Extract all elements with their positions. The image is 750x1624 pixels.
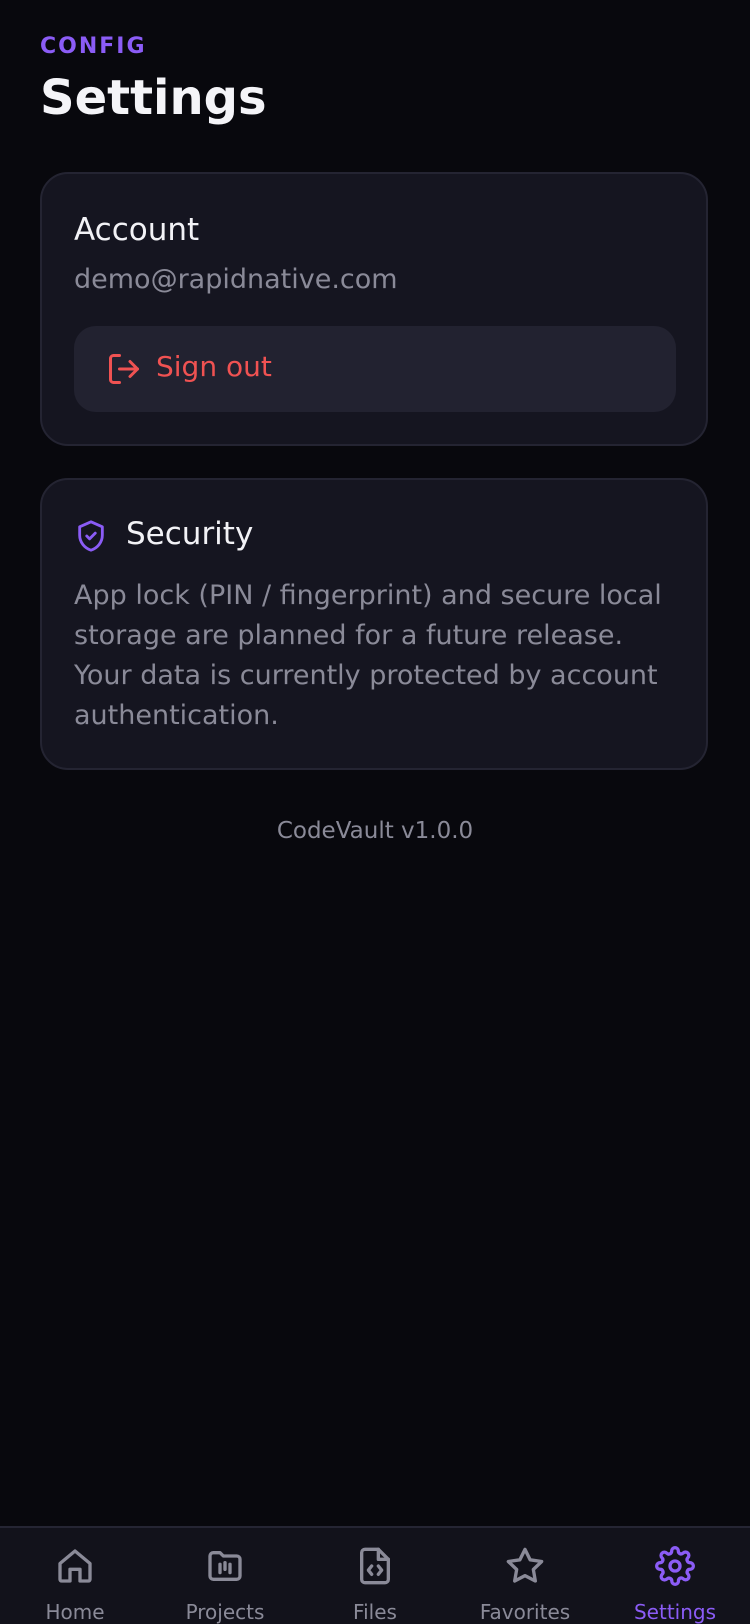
tab-files[interactable]: Files	[300, 1528, 450, 1624]
tab-favorites[interactable]: Favorites	[450, 1528, 600, 1624]
shield-check-icon	[78, 520, 104, 552]
app-version: CodeVault v1.0.0	[276, 818, 474, 844]
section-overline: CONFIG	[40, 34, 147, 59]
log-out-icon	[109, 354, 139, 384]
account-heading: Account	[74, 212, 200, 248]
tab-label-favorites: Favorites	[479, 1600, 571, 1624]
gear-icon	[655, 1546, 695, 1586]
security-heading: Security	[126, 516, 254, 552]
security-card: Security App lock (PIN / fingerprint) an…	[40, 478, 708, 770]
sign-out-label: Sign out	[156, 350, 272, 383]
settings-screen: CONFIG Settings Account demo@rapidnative…	[0, 0, 750, 1624]
tab-label-home: Home	[45, 1600, 105, 1624]
star-icon	[506, 1547, 544, 1583]
tab-label-settings: Settings	[633, 1600, 717, 1624]
code-file-icon	[360, 1547, 390, 1585]
tab-label-files: Files	[353, 1600, 397, 1624]
account-email: demo@rapidnative.com	[74, 264, 398, 295]
bottom-tab-bar: Home Projects Files Favorites Settings	[0, 1526, 750, 1624]
tab-home[interactable]: Home	[0, 1528, 150, 1624]
tab-settings[interactable]: Settings	[600, 1528, 750, 1624]
sign-out-button[interactable]: Sign out	[74, 326, 676, 412]
tab-label-projects: Projects	[185, 1600, 265, 1624]
page-title: Settings	[40, 70, 267, 126]
home-icon	[58, 1549, 92, 1583]
account-card: Account demo@rapidnative.com Sign out	[40, 172, 708, 446]
folder-icon	[208, 1551, 242, 1581]
security-description: App lock (PIN / fingerprint) and secure …	[74, 580, 662, 731]
tab-projects[interactable]: Projects	[150, 1528, 300, 1624]
